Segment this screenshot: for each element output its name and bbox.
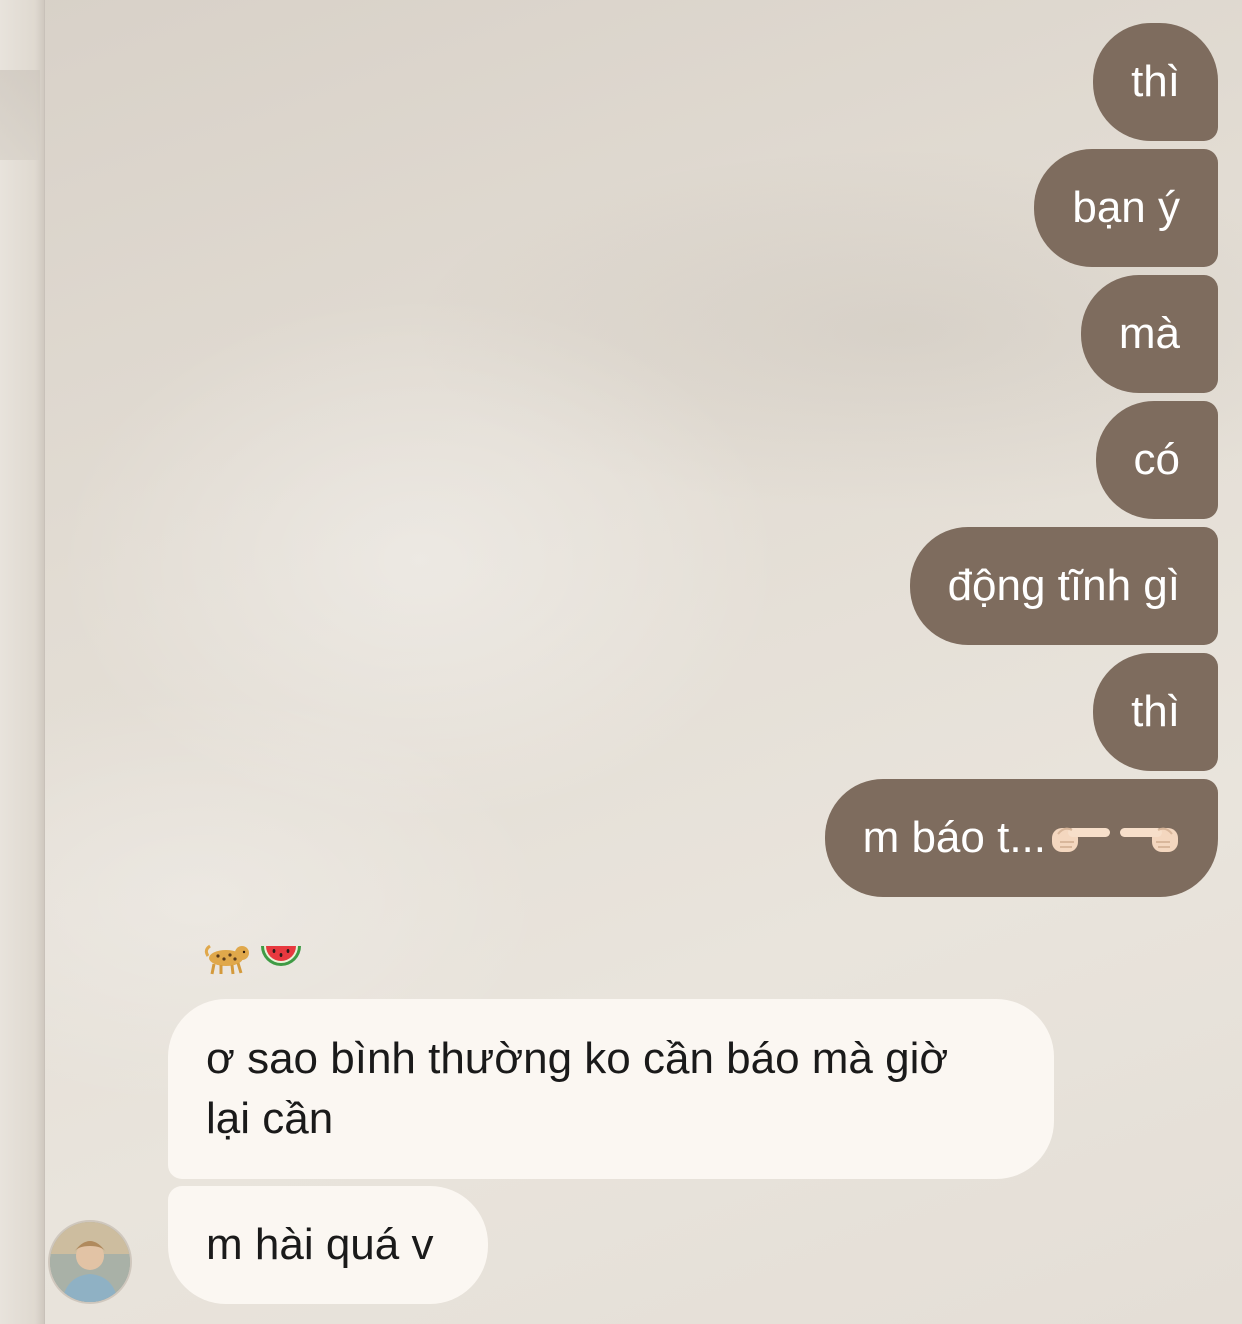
avatar[interactable] xyxy=(48,1220,132,1304)
message-text: m hài quá v xyxy=(206,1220,434,1269)
message-text: bạn ý xyxy=(1072,183,1180,232)
incoming-message[interactable]: m hài quá v xyxy=(168,1186,488,1304)
wallpaper-edge xyxy=(0,0,45,1324)
outgoing-message[interactable]: thì xyxy=(1093,653,1218,771)
leopard-emoji xyxy=(204,944,249,975)
pointing-left-emoji xyxy=(1120,827,1178,852)
outgoing-message[interactable]: động tĩnh gì xyxy=(909,527,1218,645)
outgoing-message[interactable]: thì xyxy=(1093,23,1218,141)
outgoing-message[interactable]: m báo t... xyxy=(824,779,1218,897)
message-text: có xyxy=(1133,435,1180,484)
message-reactions[interactable] xyxy=(204,938,304,978)
message-text: động tĩnh gì xyxy=(947,561,1180,610)
message-text-line: ơ sao bình thường ko cần báo mà giờ xyxy=(206,1034,949,1083)
outgoing-message[interactable]: mà xyxy=(1080,275,1218,393)
outgoing-message[interactable]: có xyxy=(1095,401,1218,519)
message-text: m báo t... xyxy=(862,813,1046,862)
outgoing-message[interactable]: bạn ý xyxy=(1034,149,1218,267)
wallpaper-shadow xyxy=(0,70,40,160)
message-text-line: lại cần xyxy=(206,1094,334,1143)
incoming-message[interactable]: ơ sao bình thường ko cần báo mà giờ lại … xyxy=(168,999,1054,1179)
pointing-right-emoji xyxy=(1052,827,1110,852)
avatar-photo xyxy=(50,1222,130,1302)
message-text: thì xyxy=(1131,57,1180,106)
watermelon-emoji xyxy=(261,946,301,966)
message-text: mà xyxy=(1118,309,1180,358)
message-text: thì xyxy=(1131,687,1180,736)
